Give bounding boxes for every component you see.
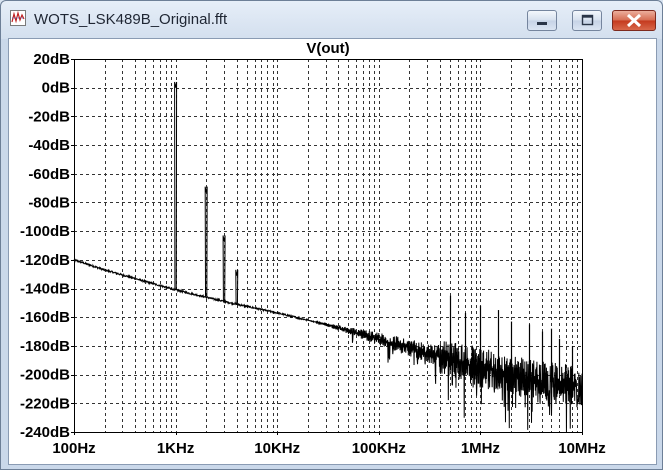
minimize-button[interactable]: [527, 10, 557, 31]
x-axis-labels: 100Hz 1KHz 10KHz 100KHz 1MHz 10MHz: [52, 432, 606, 457]
maximize-icon: [581, 14, 594, 26]
close-icon: [626, 13, 642, 28]
y-tick-label: -240dB: [20, 424, 70, 441]
window-title: WOTS_LSK489B_Original.fft: [34, 11, 228, 28]
trace-noise-floor: [73, 258, 583, 432]
maximize-button[interactable]: [572, 10, 602, 31]
x-tick-label: 100KHz: [352, 440, 406, 457]
y-tick-label: -220dB: [20, 395, 70, 412]
x-tick-label: 10KHz: [254, 440, 300, 457]
y-tick-label: -60dB: [28, 166, 70, 183]
trace-v-out: [73, 81, 583, 432]
plot-title[interactable]: V(out): [306, 40, 349, 57]
y-tick-label: -140dB: [20, 281, 70, 298]
x-tick-label: 1KHz: [157, 440, 195, 457]
close-button[interactable]: [612, 10, 656, 31]
y-tick-label: -40dB: [28, 137, 70, 154]
x-tick-label: 100Hz: [52, 440, 95, 457]
y-tick-label: -80dB: [28, 194, 70, 211]
y-tick-label: -100dB: [20, 223, 70, 240]
y-tick-label: -180dB: [20, 338, 70, 355]
title-bar[interactable]: WOTS_LSK489B_Original.fft: [1, 1, 662, 37]
fft-window: WOTS_LSK489B_Original.fft 20dB 0dB -20dB -4…: [0, 0, 663, 470]
y-tick-label: 20dB: [33, 51, 70, 68]
y-tick-label: -160dB: [20, 309, 70, 326]
waveform-app-icon[interactable]: [10, 10, 26, 26]
x-tick-label: 1MHz: [461, 440, 500, 457]
y-tick-label: -20dB: [28, 108, 70, 125]
y-tick-label: 0dB: [42, 80, 71, 97]
plot-area-container[interactable]: 20dB 0dB -20dB -40dB -60dB -80dB -100dB -120dB -…: [8, 38, 657, 465]
harmonic-peak: [174, 81, 178, 290]
minimize-icon: [537, 22, 547, 25]
y-axis-labels: 20dB 0dB -20dB -40dB -60dB -80dB -100dB -120dB -…: [20, 51, 74, 441]
y-tick-label: -120dB: [20, 252, 70, 269]
harmonic-peak: [235, 269, 239, 305]
x-tick-label: 10MHz: [558, 440, 606, 457]
fft-plot[interactable]: 20dB 0dB -20dB -40dB -60dB -80dB -100dB -120dB -…: [9, 39, 656, 464]
y-tick-label: -200dB: [20, 367, 70, 384]
